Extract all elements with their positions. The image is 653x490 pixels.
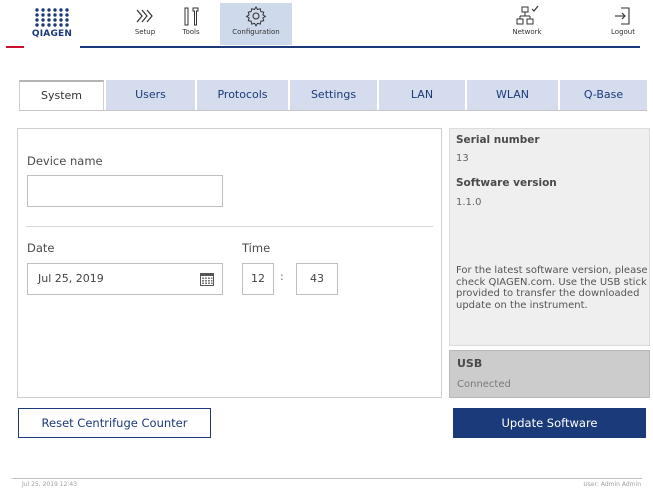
tab-lan[interactable]: LAN [378, 80, 465, 110]
time-label: Time [242, 241, 271, 255]
reset-centrifuge-counter-button[interactable]: Reset Centrifuge Counter [18, 408, 211, 438]
tab-q-base[interactable]: Q-Base [559, 80, 647, 110]
nav-tools-button[interactable]: Tools [176, 3, 206, 45]
tab-bar: System Users Protocols Settings LAN WLAN… [19, 80, 647, 110]
header-divider-line [80, 46, 640, 48]
date-label: Date [27, 241, 55, 255]
nav-setup-label: Setup [134, 28, 156, 36]
chevrons-right-icon [136, 9, 153, 23]
device-name-input[interactable] [27, 175, 223, 207]
time-minute-input[interactable]: 43 [296, 263, 338, 295]
tab-settings[interactable]: Settings [289, 80, 377, 110]
software-version-value: 1.1.0 [456, 197, 482, 208]
nav-logout-label: Logout [611, 28, 635, 36]
footer-user: User: Admin Admin [583, 481, 641, 488]
usb-status-panel: USB Connected [449, 350, 650, 398]
nav-network-button[interactable]: Network [507, 3, 547, 45]
logo-dots-icon [35, 8, 69, 27]
logo-text: QIAGEN [31, 29, 73, 39]
serial-number-value: 13 [456, 153, 469, 164]
device-name-label: Device name [27, 154, 103, 168]
footer-divider [12, 478, 642, 479]
tab-users[interactable]: Users [105, 80, 195, 110]
nav-logout-button[interactable]: Logout [606, 3, 640, 45]
device-info-panel: Serial number 13 Software version 1.1.0 … [449, 128, 650, 346]
system-settings-panel: Device name Date Jul 25, 2019 Time 12 : … [17, 128, 442, 398]
footer-datetime: Jul 25, 2019 12:43 [22, 481, 78, 488]
time-separator: : [280, 270, 284, 283]
software-update-note: For the latest software version, please … [456, 265, 648, 311]
top-bar: QIAGEN Setup Tools Configuration Network… [0, 0, 653, 48]
nav-tools-label: Tools [182, 28, 200, 36]
header-accent-line [6, 46, 24, 48]
qiagen-logo: QIAGEN [30, 7, 74, 41]
date-value: Jul 25, 2019 [38, 272, 104, 285]
usb-title: USB [457, 357, 483, 370]
section-divider [26, 226, 433, 227]
update-software-button[interactable]: Update Software [453, 408, 646, 438]
nav-setup-button[interactable]: Setup [128, 3, 162, 45]
gear-icon [245, 6, 267, 27]
logout-icon [615, 7, 630, 25]
tab-wlan[interactable]: WLAN [466, 80, 558, 110]
nav-configuration-button[interactable]: Configuration [220, 3, 292, 45]
tab-protocols[interactable]: Protocols [196, 80, 288, 110]
nav-configuration-label: Configuration [232, 28, 280, 36]
date-input[interactable]: Jul 25, 2019 [27, 263, 223, 295]
tab-underline [19, 110, 647, 111]
network-icon [516, 5, 539, 25]
tab-system[interactable]: System [19, 80, 104, 110]
software-version-label: Software version [456, 177, 557, 189]
serial-number-label: Serial number [456, 134, 540, 146]
calendar-icon[interactable] [200, 272, 214, 286]
time-hour-input[interactable]: 12 [242, 263, 274, 295]
tools-icon [184, 7, 199, 26]
usb-status-text: Connected [457, 379, 511, 390]
nav-network-label: Network [512, 28, 542, 36]
